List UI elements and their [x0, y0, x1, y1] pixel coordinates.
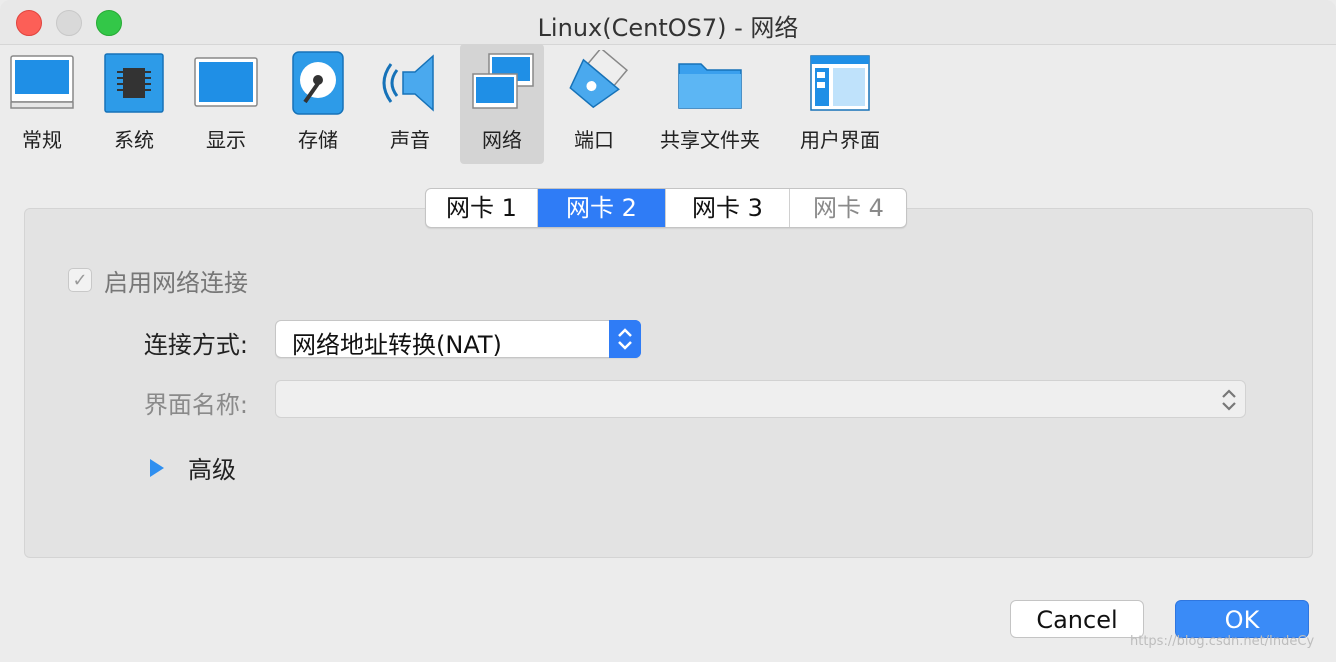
speaker-icon: [382, 54, 434, 112]
toolbar-item-display[interactable]: 显示: [184, 44, 268, 164]
toolbar-label: 共享文件夹: [660, 128, 760, 152]
shared-folder-icon: [678, 63, 742, 109]
storage-disk-icon: [292, 51, 344, 115]
attached-to-select[interactable]: 网络地址转换(NAT): [275, 320, 641, 359]
toolbar-label: 网络: [482, 128, 522, 152]
toolbar-label: 显示: [206, 128, 246, 152]
toolbar-item-system[interactable]: 系统: [92, 44, 176, 164]
advanced-disclosure[interactable]: 高级: [148, 450, 236, 485]
tab-adapter-2[interactable]: 网卡 2: [538, 189, 666, 227]
settings-window: Linux(CentOS7) - 网络 常规 系统 显示 存储 声音 网络 端口…: [0, 0, 1336, 662]
tab-adapter-3[interactable]: 网卡 3: [666, 189, 790, 227]
cancel-button[interactable]: Cancel: [1010, 600, 1144, 638]
toolbar-label: 系统: [114, 128, 154, 152]
tab-adapter-1[interactable]: 网卡 1: [426, 189, 538, 227]
ok-button[interactable]: OK: [1175, 600, 1309, 638]
monitor-icon: [10, 55, 74, 109]
toolbar-item-shared-folders[interactable]: 共享文件夹: [650, 44, 770, 164]
toolbar-item-network[interactable]: 网络: [460, 44, 544, 164]
toolbar-label: 声音: [390, 128, 430, 152]
enable-adapter-label: 启用网络连接: [104, 268, 248, 297]
network-icon: [472, 53, 534, 109]
serial-port-icon: [569, 50, 629, 109]
toolbar-label: 常规: [22, 128, 62, 152]
title-bar: Linux(CentOS7) - 网络: [0, 0, 1336, 45]
enable-network-adapter[interactable]: ✓ 启用网络连接: [68, 264, 248, 297]
attached-to-label: 连接方式:: [143, 331, 248, 359]
updown-chevron-icon: [609, 320, 641, 358]
toolbar-label: 端口: [574, 128, 614, 152]
advanced-label: 高级: [188, 456, 236, 484]
chip-icon: [104, 53, 164, 113]
user-interface-icon: [810, 55, 870, 111]
display-icon: [194, 57, 258, 107]
toolbar-label: 用户界面: [800, 128, 880, 152]
adapter-tabs: 网卡 1 网卡 2 网卡 3 网卡 4: [425, 188, 907, 228]
watermark-text: https://blog.csdn.net/IndeCy: [1130, 634, 1315, 649]
toolbar-item-general[interactable]: 常规: [0, 44, 84, 164]
tab-adapter-4[interactable]: 网卡 4: [790, 189, 906, 227]
toolbar-item-ports[interactable]: 端口: [552, 44, 636, 164]
toolbar-item-storage[interactable]: 存储: [276, 44, 360, 164]
toolbar-label: 存储: [298, 128, 338, 152]
window-title: Linux(CentOS7) - 网络: [537, 14, 799, 42]
checkmark-icon: ✓: [72, 269, 88, 291]
toolbar-item-audio[interactable]: 声音: [368, 44, 452, 164]
enable-adapter-checkbox[interactable]: ✓: [68, 268, 92, 292]
toolbar-item-user-interface[interactable]: 用户界面: [794, 44, 886, 164]
settings-toolbar: 常规 系统 显示 存储 声音 网络 端口 共享文件夹 用户界面: [0, 44, 1336, 166]
attached-to-value: 网络地址转换(NAT): [292, 331, 502, 359]
disclosure-triangle-icon[interactable]: [148, 457, 166, 479]
interface-name-label: 界面名称:: [143, 391, 248, 419]
updown-chevron-icon: [1222, 389, 1236, 411]
interface-name-select[interactable]: [275, 380, 1246, 418]
